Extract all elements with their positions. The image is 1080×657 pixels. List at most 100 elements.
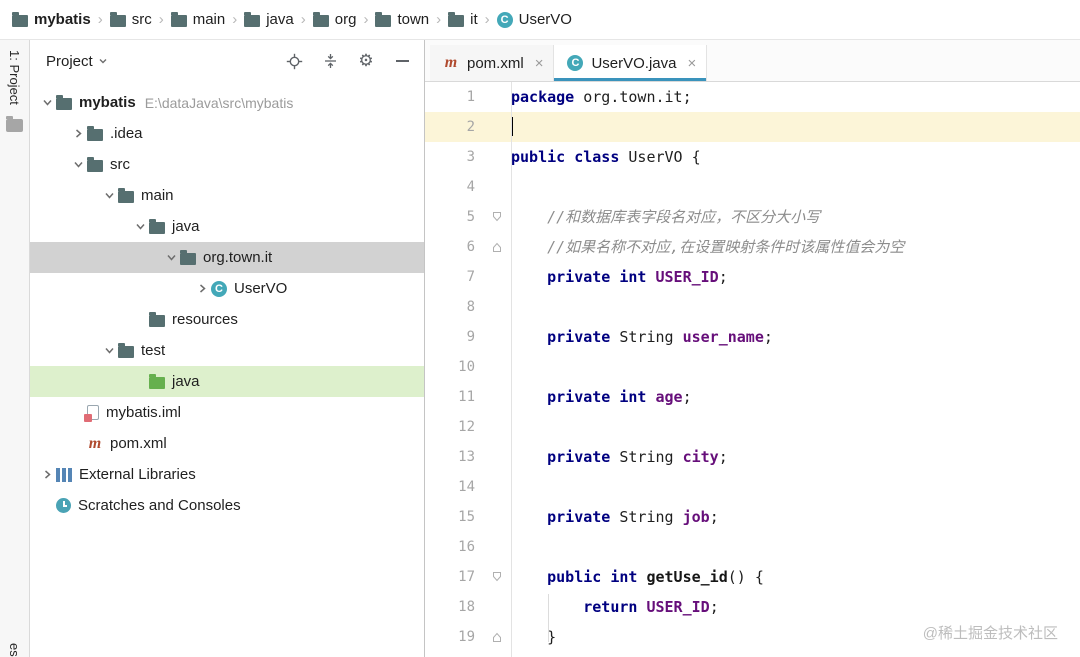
chevron-down-icon[interactable] [100, 345, 118, 356]
tree-row-resources[interactable]: resources [30, 304, 424, 335]
code-line[interactable]: 9 private String user_name; [425, 322, 1080, 352]
tree-row-scratches-and-consoles[interactable]: Scratches and Consoles [30, 490, 424, 521]
code-text[interactable] [511, 172, 1080, 202]
code-line[interactable]: 14 [425, 472, 1080, 502]
code-text[interactable] [511, 292, 1080, 322]
tree-row-test[interactable]: test [30, 335, 424, 366]
code-text[interactable]: private int age; [511, 382, 1080, 412]
project-view-dropdown[interactable]: Project [46, 53, 93, 70]
chevron-right-icon[interactable] [69, 128, 87, 139]
code-text[interactable]: //和数据库表字段名对应，不区分大小写 [511, 202, 1080, 232]
fold-up-icon[interactable] [489, 232, 511, 262]
code-line[interactable]: 7 private int USER_ID; [425, 262, 1080, 292]
code-line[interactable]: 15 private String job; [425, 502, 1080, 532]
close-icon[interactable]: × [687, 55, 696, 72]
breadcrumb-label: main [192, 11, 226, 28]
code-text[interactable]: public int getUse_id() { [511, 562, 1080, 592]
code-line[interactable]: 10 [425, 352, 1080, 382]
tree-row-java[interactable]: java [30, 366, 424, 397]
line-number: 11 [458, 389, 475, 405]
gutter-separator [511, 82, 512, 657]
tree-row-mybatis-iml[interactable]: mybatis.iml [30, 397, 424, 428]
code-text[interactable] [511, 412, 1080, 442]
code-token: String [619, 448, 683, 466]
code-text[interactable]: private String city; [511, 442, 1080, 472]
chevron-down-icon[interactable] [131, 221, 149, 232]
close-icon[interactable]: × [535, 55, 544, 72]
chevron-down-icon[interactable] [69, 159, 87, 170]
hide-panel-icon[interactable] [390, 49, 414, 73]
breadcrumb-item-town[interactable]: town [375, 11, 429, 28]
tree-label: src [110, 156, 130, 173]
breadcrumb-item-uservo[interactable]: C UserVO [496, 11, 572, 28]
code-token: String [619, 328, 683, 346]
collapse-all-icon[interactable] [318, 49, 342, 73]
code-line[interactable]: 6 //如果名称不对应,在设置映射条件时该属性值会为空 [425, 232, 1080, 262]
tab-uservo-java[interactable]: C UserVO.java × [554, 45, 708, 81]
breadcrumb-item-main[interactable]: main [170, 11, 226, 28]
tree-row-main[interactable]: main [30, 180, 424, 211]
settings-gear-icon[interactable]: ⚙ [354, 49, 378, 73]
code-token: org.town.it; [574, 88, 692, 106]
breadcrumb-item-org[interactable]: org [312, 11, 357, 28]
line-number: 14 [458, 479, 475, 495]
code-line[interactable]: 11 private int age; [425, 382, 1080, 412]
tree-label: java [172, 218, 200, 235]
code-token: age [655, 388, 683, 406]
tree-row-java[interactable]: java [30, 211, 424, 242]
tree-row-mybatis[interactable]: mybatis E:\dataJava\src\mybatis [30, 87, 424, 118]
breadcrumb-label: org [334, 11, 357, 28]
chevron-down-icon[interactable] [100, 190, 118, 201]
code-line[interactable]: 3 public class UserVO { [425, 142, 1080, 172]
chevron-right-icon[interactable] [193, 283, 211, 294]
breadcrumb-item-src[interactable]: src [109, 11, 152, 28]
fold-up-icon[interactable] [489, 622, 511, 652]
watermark: @稀土掘金技术社区 [922, 625, 1058, 642]
code-line[interactable]: 1 package org.town.it; [425, 82, 1080, 112]
breadcrumb-item-it[interactable]: it [448, 11, 478, 28]
code-line[interactable]: 4 [425, 172, 1080, 202]
code-text[interactable] [511, 112, 1080, 142]
code-text[interactable]: package org.town.it; [511, 82, 1080, 112]
tree-row-external-libraries[interactable]: External Libraries [30, 459, 424, 490]
code-text[interactable]: return USER_ID; [511, 592, 1080, 622]
tree-row-org-town-it[interactable]: org.town.it [30, 242, 424, 273]
fold-down-icon[interactable] [489, 202, 511, 232]
code-text[interactable]: //如果名称不对应,在设置映射条件时该属性值会为空 [511, 232, 1080, 262]
code-text[interactable] [511, 532, 1080, 562]
chevron-right-icon[interactable] [38, 469, 56, 480]
code-line[interactable]: 16 [425, 532, 1080, 562]
breadcrumb-item-java[interactable]: java [244, 11, 294, 28]
code-text[interactable]: public class UserVO { [511, 142, 1080, 172]
code-text[interactable]: private String job; [511, 502, 1080, 532]
tool-window-button-partial[interactable]: es [7, 643, 22, 657]
code-text[interactable] [511, 352, 1080, 382]
code-line[interactable]: 8 [425, 292, 1080, 322]
chevron-down-icon[interactable] [162, 252, 180, 263]
tree-label: mybatis [79, 94, 136, 111]
code-line[interactable]: 2 [425, 112, 1080, 142]
tab-pom-xml[interactable]: m pom.xml × [430, 45, 555, 81]
tab-label: pom.xml [467, 54, 524, 72]
folder-icon [12, 11, 28, 27]
code-line[interactable]: 17 public int getUse_id() { [425, 562, 1080, 592]
code-line[interactable]: 5 //和数据库表字段名对应，不区分大小写 [425, 202, 1080, 232]
code-text[interactable]: private String user_name; [511, 322, 1080, 352]
code-editor[interactable]: 1 package org.town.it; 2 3 public class User… [425, 82, 1080, 657]
breadcrumb-item-mybatis[interactable]: mybatis [12, 11, 91, 28]
tree-row-idea[interactable]: .idea [30, 118, 424, 149]
locate-file-icon[interactable] [282, 49, 306, 73]
tree-row-uservo[interactable]: C UserVO [30, 273, 424, 304]
tree-row-pom-xml[interactable]: m pom.xml [30, 428, 424, 459]
code-line[interactable]: 12 [425, 412, 1080, 442]
chevron-down-icon[interactable] [38, 97, 56, 108]
class-icon: C [496, 11, 513, 28]
breadcrumb-separator-icon: › [158, 11, 164, 28]
fold-down-icon[interactable] [489, 562, 511, 592]
code-text[interactable] [511, 472, 1080, 502]
code-line[interactable]: 13 private String city; [425, 442, 1080, 472]
tree-row-src[interactable]: src [30, 149, 424, 180]
code-line[interactable]: 18 return USER_ID; [425, 592, 1080, 622]
code-text[interactable]: private int USER_ID; [511, 262, 1080, 292]
tool-window-button-project[interactable]: 1: Project [7, 50, 22, 105]
